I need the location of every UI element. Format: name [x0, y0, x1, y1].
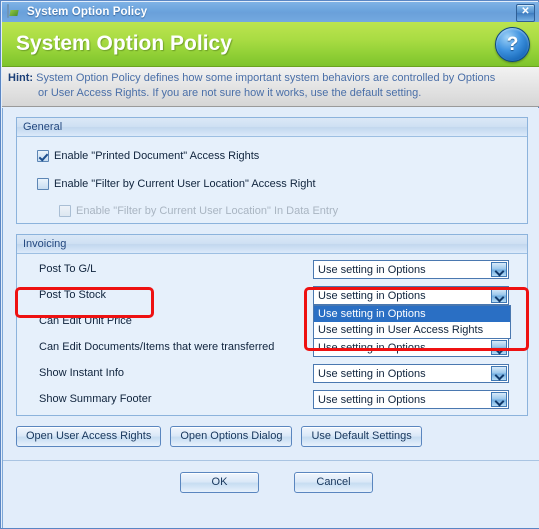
hint-line-1: Hint: System Option Policy defines how s… — [8, 71, 531, 86]
ok-button[interactable]: OK — [180, 472, 259, 493]
checkbox-row-printed-document[interactable]: Enable "Printed Document" Access Rights — [37, 146, 527, 166]
dropdown-value-show-summary-footer: Use setting in Options — [318, 394, 426, 406]
invoicing-row-post-to-stock: Post To Stock Use setting in Options Use… — [17, 285, 527, 339]
invoicing-row-post-to-gl: Post To G/L Use setting in Options — [17, 259, 527, 283]
checkbox-filter-user-location[interactable] — [37, 178, 49, 190]
close-icon[interactable]: ✕ — [516, 4, 535, 22]
dialog-header: System Option Policy ? — [2, 22, 539, 67]
dropdown-value-show-instant-info: Use setting in Options — [318, 368, 426, 380]
checkbox-label-filter-user-location: Enable "Filter by Current User Location"… — [54, 178, 316, 190]
chevron-down-icon[interactable] — [491, 366, 507, 381]
label-show-summary-footer: Show Summary Footer — [39, 393, 152, 405]
invoicing-group-title: Invoicing — [17, 235, 527, 254]
dropdown-option-use-setting-in-user-access-rights[interactable]: Use setting in User Access Rights — [314, 322, 510, 338]
dropdown-value-can-edit-documents: Use setting in Options — [318, 342, 426, 354]
label-can-edit-unit-price: Can Edit Unit Price — [39, 315, 132, 327]
help-icon[interactable]: ? — [495, 27, 530, 62]
checkbox-row-filter-user-location[interactable]: Enable "Filter by Current User Location"… — [37, 174, 527, 194]
invoicing-row-can-edit-documents: Can Edit Documents/Items that were trans… — [17, 337, 527, 361]
hint-label: Hint: — [8, 72, 34, 84]
hint-bar: Hint: System Option Policy defines how s… — [2, 67, 539, 107]
dropdown-value-post-to-stock: Use setting in Options — [318, 290, 426, 302]
chevron-down-icon[interactable] — [491, 392, 507, 407]
chevron-down-icon[interactable] — [491, 262, 507, 277]
checkbox-filter-user-location-data-entry — [59, 205, 71, 217]
dropdown-options-list-post-to-stock[interactable]: Use setting in Options Use setting in Us… — [313, 305, 511, 339]
general-group: General Enable "Printed Document" Access… — [16, 117, 528, 224]
dialog-body: General Enable "Printed Document" Access… — [2, 108, 539, 528]
dropdown-show-instant-info[interactable]: Use setting in Options — [313, 364, 509, 383]
page-title: System Option Policy — [16, 32, 232, 55]
system-option-policy-dialog: System Option Policy ✕ System Option Pol… — [0, 0, 539, 529]
checkbox-label-filter-user-location-data-entry: Enable "Filter by Current User Location"… — [76, 205, 339, 217]
label-post-to-gl: Post To G/L — [39, 263, 97, 275]
checkbox-row-filter-user-location-data-entry: Enable "Filter by Current User Location"… — [59, 201, 527, 221]
checkbox-label-printed-document: Enable "Printed Document" Access Rights — [54, 150, 260, 162]
dropdown-value-post-to-gl: Use setting in Options — [318, 264, 426, 276]
hint-text-2: or User Access Rights. If you are not su… — [38, 87, 422, 99]
label-can-edit-documents: Can Edit Documents/Items that were trans… — [39, 341, 275, 353]
open-user-access-rights-button[interactable]: Open User Access Rights — [16, 426, 162, 447]
chevron-down-icon[interactable] — [491, 288, 507, 303]
dropdown-post-to-stock[interactable]: Use setting in Options — [313, 286, 509, 305]
chevron-down-icon[interactable] — [491, 340, 507, 355]
invoicing-row-show-summary-footer: Show Summary Footer Use setting in Optio… — [17, 389, 527, 413]
title-bar: System Option Policy ✕ — [2, 2, 539, 22]
hint-text-1: System Option Policy defines how some im… — [36, 72, 496, 84]
label-post-to-stock: Post To Stock — [39, 289, 107, 301]
invoicing-row-show-instant-info: Show Instant Info Use setting in Options — [17, 363, 527, 387]
checkbox-printed-document[interactable] — [37, 150, 49, 162]
dropdown-post-to-gl[interactable]: Use setting in Options — [313, 260, 509, 279]
label-show-instant-info: Show Instant Info — [39, 367, 124, 379]
dialog-footer: OK Cancel — [3, 461, 539, 528]
document-icon — [7, 3, 22, 20]
use-default-settings-button[interactable]: Use Default Settings — [301, 426, 422, 447]
dropdown-show-summary-footer[interactable]: Use setting in Options — [313, 390, 509, 409]
window-title: System Option Policy — [27, 6, 148, 18]
cancel-button[interactable]: Cancel — [294, 472, 373, 493]
invoicing-group: Invoicing Post To G/L Use setting in Opt… — [16, 234, 528, 416]
dropdown-can-edit-documents[interactable]: Use setting in Options — [313, 338, 509, 357]
action-button-bar: Open User Access Rights Open Options Dia… — [16, 426, 422, 447]
dropdown-option-use-setting-in-options[interactable]: Use setting in Options — [314, 306, 510, 322]
open-options-dialog-button[interactable]: Open Options Dialog — [170, 426, 293, 447]
general-group-title: General — [17, 118, 527, 137]
hint-line-2: or User Access Rights. If you are not su… — [8, 86, 531, 101]
